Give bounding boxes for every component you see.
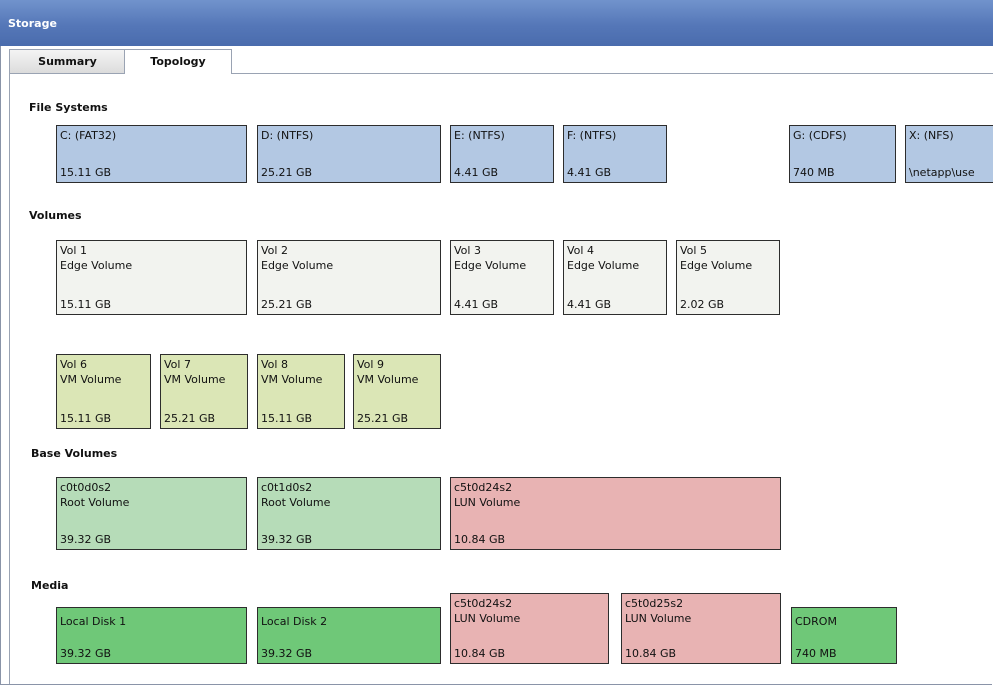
volume-name: Vol 2 (261, 244, 288, 257)
media-size: 740 MB (795, 647, 837, 660)
local-disk-box[interactable]: Local Disk 1 39.32 GB (56, 607, 247, 664)
cdrom-box[interactable]: CDROM 740 MB (791, 607, 897, 664)
tab-bar: Summary Topology (9, 46, 993, 74)
base-volume-size: 39.32 GB (60, 533, 112, 546)
base-volume-name: c0t1d0s2 (261, 481, 313, 494)
file-system-size: 4.41 GB (454, 166, 499, 179)
topology-view: File Systems C: (FAT32) 15.11 GB D: (NTF… (9, 74, 993, 684)
panel-header: Storage (0, 0, 993, 46)
media-size: 39.32 GB (60, 647, 112, 660)
volume-type: Edge Volume (454, 259, 527, 272)
media-name: c5t0d24s2 (454, 597, 513, 610)
file-system-name: G: (CDFS) (793, 129, 847, 142)
file-system-box[interactable]: F: (NTFS) 4.41 GB (563, 125, 667, 183)
file-system-size: 4.41 GB (567, 166, 612, 179)
volume-type: Edge Volume (680, 259, 753, 272)
lun-volume-box[interactable]: c5t0d24s2 LUN Volume 10.84 GB (450, 593, 609, 664)
lun-volume-box[interactable]: c5t0d24s2 LUN Volume 10.84 GB (450, 477, 781, 550)
media-size: 10.84 GB (454, 647, 506, 660)
volume-name: Vol 6 (60, 358, 87, 371)
media-name: c5t0d25s2 (625, 597, 684, 610)
tab-topology[interactable]: Topology (124, 49, 232, 74)
edge-volume-box[interactable]: Vol 1 Edge Volume 15.11 GB (56, 240, 247, 315)
file-system-box[interactable]: G: (CDFS) 740 MB (789, 125, 896, 183)
file-system-box[interactable]: E: (NTFS) 4.41 GB (450, 125, 554, 183)
tab-summary[interactable]: Summary (9, 49, 126, 73)
volume-size: 25.21 GB (357, 412, 409, 425)
file-system-size: 25.21 GB (261, 166, 313, 179)
volume-type: Edge Volume (261, 259, 334, 272)
media-type: LUN Volume (625, 612, 692, 625)
volume-name: Vol 8 (261, 358, 288, 371)
volume-name: Vol 9 (357, 358, 384, 371)
media-name: Local Disk 2 (261, 615, 328, 628)
file-system-name: X: (NFS) (909, 129, 954, 142)
volume-size: 25.21 GB (164, 412, 216, 425)
vm-volume-box[interactable]: Vol 6 VM Volume 15.11 GB (56, 354, 151, 429)
base-volume-type: Root Volume (60, 496, 130, 509)
file-system-size: \netapp\use (909, 166, 975, 179)
volume-type: VM Volume (60, 373, 122, 386)
volume-name: Vol 1 (60, 244, 87, 257)
media-size: 39.32 GB (261, 647, 313, 660)
edge-volume-box[interactable]: Vol 5 Edge Volume 2.02 GB (676, 240, 780, 315)
section-title-base-volumes: Base Volumes (31, 447, 118, 460)
file-system-name: D: (NTFS) (261, 129, 314, 142)
base-volume-name: c0t0d0s2 (60, 481, 112, 494)
base-volume-name: c5t0d24s2 (454, 481, 513, 494)
volume-size: 4.41 GB (454, 298, 499, 311)
root-volume-box[interactable]: c0t0d0s2 Root Volume 39.32 GB (56, 477, 247, 550)
panel-title: Storage (8, 17, 57, 30)
local-disk-box[interactable]: Local Disk 2 39.32 GB (257, 607, 441, 664)
volume-size: 2.02 GB (680, 298, 725, 311)
volume-name: Vol 5 (680, 244, 707, 257)
volume-name: Vol 7 (164, 358, 191, 371)
file-system-size: 740 MB (793, 166, 835, 179)
file-system-name: E: (NTFS) (454, 129, 505, 142)
vm-volume-box[interactable]: Vol 7 VM Volume 25.21 GB (160, 354, 248, 429)
base-volume-type: Root Volume (261, 496, 331, 509)
volume-size: 15.11 GB (60, 412, 112, 425)
root-volume-box[interactable]: c0t1d0s2 Root Volume 39.32 GB (257, 477, 441, 550)
volume-type: VM Volume (164, 373, 226, 386)
file-system-box[interactable]: D: (NTFS) 25.21 GB (257, 125, 441, 183)
file-system-name: C: (FAT32) (60, 129, 117, 142)
volume-size: 4.41 GB (567, 298, 612, 311)
volume-size: 25.21 GB (261, 298, 313, 311)
base-volume-type: LUN Volume (454, 496, 521, 509)
edge-volume-box[interactable]: Vol 3 Edge Volume 4.41 GB (450, 240, 554, 315)
vm-volume-box[interactable]: Vol 8 VM Volume 15.11 GB (257, 354, 345, 429)
volume-type: VM Volume (261, 373, 323, 386)
section-title-volumes: Volumes (29, 209, 82, 222)
section-title-media: Media (31, 579, 69, 592)
media-name: CDROM (795, 615, 837, 628)
volume-name: Vol 3 (454, 244, 481, 257)
volume-size: 15.11 GB (60, 298, 112, 311)
section-title-file-systems: File Systems (29, 101, 108, 114)
volume-size: 15.11 GB (261, 412, 313, 425)
media-size: 10.84 GB (625, 647, 677, 660)
edge-volume-box[interactable]: Vol 4 Edge Volume 4.41 GB (563, 240, 667, 315)
volume-type: VM Volume (357, 373, 419, 386)
base-volume-size: 39.32 GB (261, 533, 313, 546)
media-name: Local Disk 1 (60, 615, 127, 628)
edge-volume-box[interactable]: Vol 2 Edge Volume 25.21 GB (257, 240, 441, 315)
vm-volume-box[interactable]: Vol 9 VM Volume 25.21 GB (353, 354, 441, 429)
media-type: LUN Volume (454, 612, 521, 625)
base-volume-size: 10.84 GB (454, 533, 506, 546)
volume-type: Edge Volume (567, 259, 640, 272)
file-system-size: 15.11 GB (60, 166, 112, 179)
file-system-box[interactable]: C: (FAT32) 15.11 GB (56, 125, 247, 183)
lun-volume-box[interactable]: c5t0d25s2 LUN Volume 10.84 GB (621, 593, 781, 664)
file-system-box[interactable]: X: (NFS) \netapp\use (905, 125, 993, 183)
volume-name: Vol 4 (567, 244, 594, 257)
file-system-name: F: (NTFS) (567, 129, 617, 142)
volume-type: Edge Volume (60, 259, 133, 272)
